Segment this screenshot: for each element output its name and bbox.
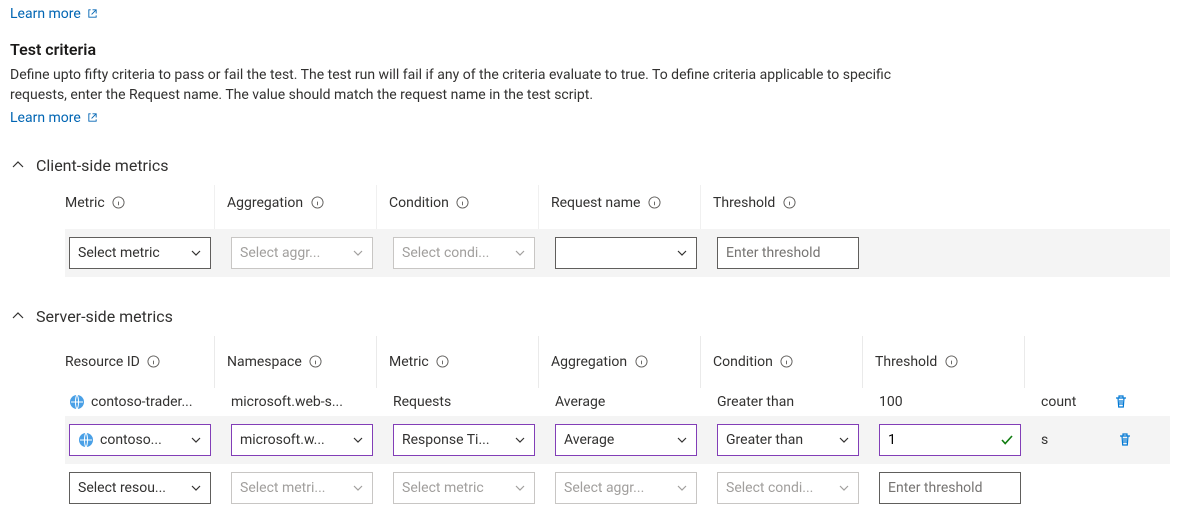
- info-icon[interactable]: [436, 355, 449, 368]
- chevron-down-icon: [676, 434, 688, 446]
- info-icon[interactable]: [112, 196, 125, 209]
- threshold-unit: s: [1037, 424, 1097, 456]
- chevron-down-icon: [514, 482, 526, 494]
- learn-more-link-top[interactable]: Learn more: [10, 6, 98, 22]
- info-icon[interactable]: [635, 355, 648, 368]
- info-icon[interactable]: [147, 355, 160, 368]
- chevron-down-icon: [190, 434, 202, 446]
- section-description: Define upto fifty criteria to pass or fa…: [10, 65, 910, 106]
- col-aggregation: Aggregation: [551, 336, 701, 388]
- col-request-name: Request name: [551, 185, 701, 229]
- resource-dropdown[interactable]: Select resou...: [69, 472, 211, 504]
- accordion-label: Client-side metrics: [36, 156, 169, 175]
- col-resource-id: Resource ID: [65, 336, 215, 388]
- chevron-down-icon: [514, 247, 526, 259]
- metric-dropdown[interactable]: Select metric: [69, 237, 211, 269]
- aggregation-dropdown[interactable]: Average: [555, 424, 697, 456]
- aggregation-dropdown[interactable]: Select aggr...: [555, 472, 697, 504]
- trash-icon: [1113, 394, 1129, 410]
- info-icon[interactable]: [783, 196, 796, 209]
- chevron-down-icon: [838, 482, 850, 494]
- col-threshold: Threshold: [713, 185, 863, 229]
- delete-row-button[interactable]: [1113, 428, 1137, 452]
- chevron-down-icon: [676, 482, 688, 494]
- aggregation-dropdown[interactable]: Select aggr...: [231, 237, 373, 269]
- table-row-threshold: 100: [875, 388, 1025, 416]
- external-link-icon: [87, 112, 98, 123]
- namespace-dropdown[interactable]: Select metri...: [231, 472, 373, 504]
- chevron-down-icon: [676, 247, 688, 259]
- col-aggregation: Aggregation: [227, 185, 377, 229]
- info-icon[interactable]: [309, 355, 322, 368]
- threshold-input[interactable]: [717, 237, 859, 269]
- accordion-server-side[interactable]: Server-side metrics: [10, 307, 1170, 326]
- chevron-down-icon: [838, 434, 850, 446]
- checkmark-icon: [999, 432, 1015, 448]
- info-icon[interactable]: [311, 196, 324, 209]
- chevron-up-icon: [10, 308, 26, 324]
- chevron-down-icon: [190, 247, 202, 259]
- resource-dropdown[interactable]: contoso...: [69, 424, 211, 456]
- info-icon[interactable]: [945, 355, 958, 368]
- col-condition: Condition: [389, 185, 539, 229]
- learn-more-link-section[interactable]: Learn more: [10, 110, 98, 126]
- col-metric: Metric: [65, 185, 215, 229]
- accordion-client-side[interactable]: Client-side metrics: [10, 156, 1170, 175]
- chevron-down-icon: [352, 434, 364, 446]
- info-icon[interactable]: [648, 196, 661, 209]
- col-condition: Condition: [713, 336, 863, 388]
- learn-more-label: Learn more: [10, 110, 81, 126]
- table-row-metric: Requests: [389, 388, 539, 416]
- delete-row-button[interactable]: [1109, 390, 1133, 414]
- threshold-input[interactable]: [879, 472, 1021, 504]
- table-row-aggregation: Average: [551, 388, 701, 416]
- table-row-condition: Greater than: [713, 388, 863, 416]
- metric-dropdown[interactable]: Response Ti...: [393, 424, 535, 456]
- chevron-up-icon: [10, 157, 26, 173]
- chevron-down-icon: [190, 482, 202, 494]
- threshold-unit: count: [1037, 394, 1097, 410]
- chevron-down-icon: [514, 434, 526, 446]
- namespace-dropdown[interactable]: microsoft.w...: [231, 424, 373, 456]
- condition-dropdown[interactable]: Select condi...: [717, 472, 859, 504]
- condition-dropdown[interactable]: Greater than: [717, 424, 859, 456]
- app-service-icon: [78, 432, 94, 448]
- info-icon[interactable]: [780, 355, 793, 368]
- accordion-label: Server-side metrics: [36, 307, 173, 326]
- request-name-dropdown[interactable]: [555, 237, 697, 269]
- chevron-down-icon: [352, 247, 364, 259]
- chevron-down-icon: [352, 482, 364, 494]
- learn-more-label: Learn more: [10, 6, 81, 22]
- col-metric: Metric: [389, 336, 539, 388]
- col-namespace: Namespace: [227, 336, 377, 388]
- table-row-resource: contoso-trader...: [65, 388, 215, 416]
- section-title: Test criteria: [10, 40, 1170, 59]
- app-service-icon: [69, 394, 85, 410]
- condition-dropdown[interactable]: Select condi...: [393, 237, 535, 269]
- info-icon[interactable]: [456, 196, 469, 209]
- table-row-namespace: microsoft.web-s...: [227, 388, 377, 416]
- metric-dropdown[interactable]: Select metric: [393, 472, 535, 504]
- col-threshold: Threshold: [875, 336, 1025, 388]
- external-link-icon: [87, 8, 98, 19]
- trash-icon: [1117, 432, 1133, 448]
